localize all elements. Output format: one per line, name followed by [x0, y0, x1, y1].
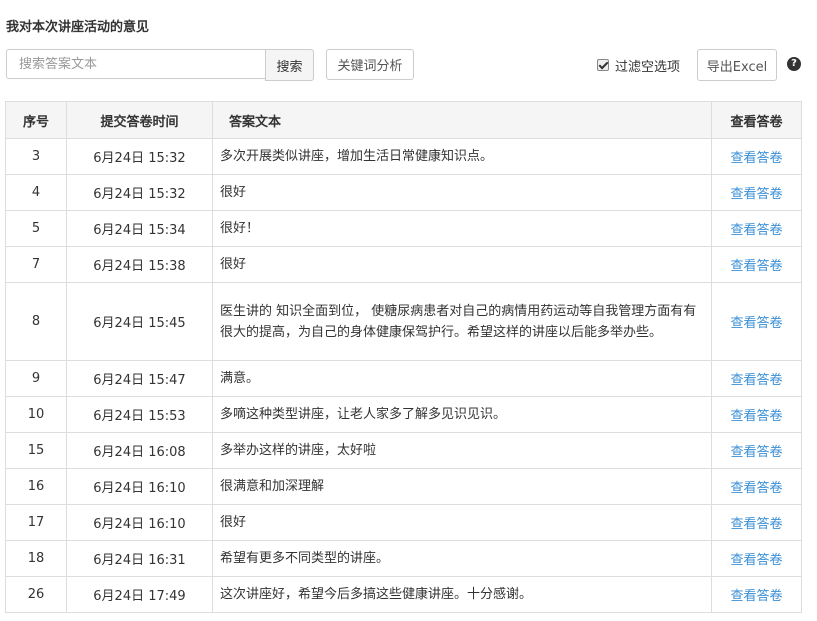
- answers-table: 序号 提交答卷时间 答案文本 查看答卷 3 6月24日 15:32 多次开展类似讲座…: [5, 101, 802, 613]
- cell-view: 查看答卷: [711, 246, 802, 283]
- cell-view: 查看答卷: [711, 360, 802, 397]
- table-row: 17 6月24日 16:10 很好 查看答卷: [5, 504, 802, 541]
- cell-submit-time: 6月24日 16:31: [66, 540, 213, 577]
- table-row: 7 6月24日 15:38 很好 查看答卷: [5, 246, 802, 283]
- export-excel-button[interactable]: 导出Excel: [697, 49, 777, 81]
- table-body: 3 6月24日 15:32 多次开展类似讲座，增加生活日常健康知识点。 查看答卷 4 6月…: [5, 138, 802, 613]
- table-row: 26 6月24日 17:49 这次讲座好，希望今后多搞这些健康讲座。十分感谢。 查看答…: [5, 576, 802, 613]
- cell-view: 查看答卷: [711, 468, 802, 505]
- table-row: 4 6月24日 15:32 很好 查看答卷: [5, 174, 802, 211]
- table-header-row: 序号 提交答卷时间 答案文本 查看答卷: [5, 101, 802, 139]
- table-row: 16 6月24日 16:10 很满意和加深理解 查看答卷: [5, 468, 802, 505]
- cell-view: 查看答卷: [711, 138, 802, 175]
- cell-answer-text: 很好: [212, 174, 712, 211]
- cell-submit-time: 6月24日 16:08: [66, 432, 213, 469]
- cell-no: 5: [5, 210, 67, 247]
- view-answer-link[interactable]: 查看答卷: [730, 151, 782, 166]
- cell-view: 查看答卷: [711, 432, 802, 469]
- cell-answer-text: 满意。: [212, 360, 712, 397]
- header-view: 查看答卷: [711, 101, 802, 139]
- cell-view: 查看答卷: [711, 504, 802, 541]
- table-row: 5 6月24日 15:34 很好！ 查看答卷: [5, 210, 802, 247]
- cell-view: 查看答卷: [711, 174, 802, 211]
- cell-submit-time: 6月24日 16:10: [66, 504, 213, 541]
- view-answer-link[interactable]: 查看答卷: [730, 445, 782, 460]
- view-answer-link[interactable]: 查看答卷: [730, 187, 782, 202]
- cell-submit-time: 6月24日 15:34: [66, 210, 213, 247]
- view-answer-link[interactable]: 查看答卷: [730, 409, 782, 424]
- filter-empty-option[interactable]: 过滤空选项: [597, 57, 681, 75]
- cell-no: 16: [5, 468, 67, 505]
- cell-submit-time: 6月24日 15:53: [66, 396, 213, 433]
- cell-view: 查看答卷: [711, 282, 802, 361]
- cell-no: 17: [5, 504, 67, 541]
- table-row: 3 6月24日 15:32 多次开展类似讲座，增加生活日常健康知识点。 查看答卷: [5, 138, 802, 175]
- cell-submit-time: 6月24日 15:38: [66, 246, 213, 283]
- toolbar: 搜索 关键词分析 过滤空选项 导出Excel ?: [6, 49, 806, 81]
- cell-answer-text: 多嘀这种类型讲座，让老人家多了解多见识见识。: [212, 396, 712, 433]
- cell-no: 9: [5, 360, 67, 397]
- cell-answer-text: 希望有更多不同类型的讲座。: [212, 540, 712, 577]
- cell-answer-text: 很好: [212, 246, 712, 283]
- page: 我对本次讲座活动的意见 搜索 关键词分析 过滤空选项 导出Excel ? 序号 …: [0, 0, 817, 621]
- view-answer-link[interactable]: 查看答卷: [730, 223, 782, 238]
- cell-no: 15: [5, 432, 67, 469]
- view-answer-link[interactable]: 查看答卷: [730, 259, 782, 274]
- answers-table-container: 序号 提交答卷时间 答案文本 查看答卷 3 6月24日 15:32 多次开展类似讲座…: [5, 101, 802, 613]
- cell-no: 18: [5, 540, 67, 577]
- cell-submit-time: 6月24日 15:47: [66, 360, 213, 397]
- cell-submit-time: 6月24日 16:10: [66, 468, 213, 505]
- view-answer-link[interactable]: 查看答卷: [730, 481, 782, 496]
- cell-answer-text: 这次讲座好，希望今后多搞这些健康讲座。十分感谢。: [212, 576, 712, 613]
- cell-submit-time: 6月24日 15:45: [66, 282, 213, 361]
- cell-answer-text: 很好！: [212, 210, 712, 247]
- cell-answer-text: 多次开展类似讲座，增加生活日常健康知识点。: [212, 138, 712, 175]
- cell-no: 3: [5, 138, 67, 175]
- table-row: 15 6月24日 16:08 多举办这样的讲座，太好啦 查看答卷: [5, 432, 802, 469]
- search-button[interactable]: 搜索: [265, 49, 314, 81]
- page-title: 我对本次讲座活动的意见: [6, 20, 150, 35]
- cell-submit-time: 6月24日 15:32: [66, 174, 213, 211]
- search-input[interactable]: [6, 49, 266, 79]
- table-row: 9 6月24日 15:47 满意。 查看答卷: [5, 360, 802, 397]
- header-answer-text: 答案文本: [212, 101, 712, 139]
- cell-no: 10: [5, 396, 67, 433]
- cell-view: 查看答卷: [711, 396, 802, 433]
- cell-view: 查看答卷: [711, 576, 802, 613]
- question-circle-icon[interactable]: ?: [787, 57, 801, 71]
- view-answer-link[interactable]: 查看答卷: [730, 373, 782, 388]
- header-no: 序号: [5, 101, 67, 139]
- table-row: 18 6月24日 16:31 希望有更多不同类型的讲座。 查看答卷: [5, 540, 802, 577]
- view-answer-link[interactable]: 查看答卷: [730, 589, 782, 604]
- cell-submit-time: 6月24日 15:32: [66, 138, 213, 175]
- cell-view: 查看答卷: [711, 210, 802, 247]
- view-answer-link[interactable]: 查看答卷: [730, 316, 782, 331]
- table-row: 10 6月24日 15:53 多嘀这种类型讲座，让老人家多了解多见识见识。 查看答卷: [5, 396, 802, 433]
- cell-view: 查看答卷: [711, 540, 802, 577]
- filter-empty-checkbox[interactable]: [597, 59, 609, 71]
- cell-no: 26: [5, 576, 67, 613]
- table-row: 8 6月24日 15:45 医生讲的 知识全面到位， 使糖尿病患者对自己的病情用药运…: [5, 282, 802, 361]
- view-answer-link[interactable]: 查看答卷: [730, 553, 782, 568]
- header-submit-time: 提交答卷时间: [66, 101, 213, 139]
- cell-answer-text: 医生讲的 知识全面到位， 使糖尿病患者对自己的病情用药运动等自我管理方面有有很大…: [212, 282, 712, 361]
- cell-submit-time: 6月24日 17:49: [66, 576, 213, 613]
- cell-answer-text: 很好: [212, 504, 712, 541]
- cell-no: 4: [5, 174, 67, 211]
- cell-answer-text: 很满意和加深理解: [212, 468, 712, 505]
- view-answer-link[interactable]: 查看答卷: [730, 517, 782, 532]
- cell-answer-text: 多举办这样的讲座，太好啦: [212, 432, 712, 469]
- cell-no: 7: [5, 246, 67, 283]
- keyword-analysis-button[interactable]: 关键词分析: [326, 49, 414, 80]
- filter-empty-label: 过滤空选项: [615, 59, 681, 75]
- cell-no: 8: [5, 282, 67, 361]
